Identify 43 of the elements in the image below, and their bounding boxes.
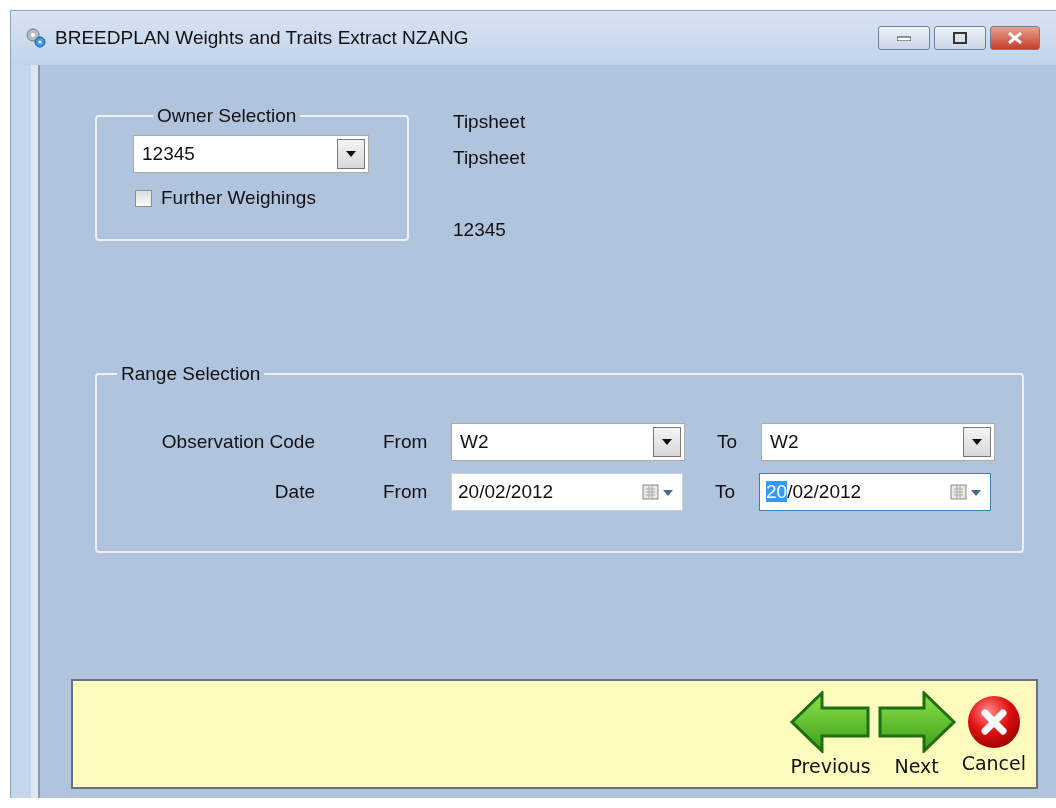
caret-icon [346, 151, 356, 157]
window-title: BREEDPLAN Weights and Traits Extract NZANG [55, 27, 470, 49]
dropdown-field[interactable]: W2 [451, 423, 685, 461]
maximize-icon [953, 32, 967, 44]
cancel-button[interactable]: Cancel [961, 694, 1026, 774]
dropdown-value: 12345 [142, 143, 196, 165]
dropdown-field[interactable]: W2 [761, 423, 995, 461]
field-label: Observation Code [160, 431, 315, 453]
info-label: 12345 [453, 219, 507, 242]
previous-button[interactable]: Previous [789, 691, 872, 777]
to-label: To [715, 481, 737, 503]
group-title: Owner Selection [156, 105, 298, 127]
right-arrow-icon [877, 691, 956, 753]
to-label: To [717, 431, 739, 453]
close-button[interactable] [990, 26, 1040, 50]
dropdown-field[interactable]: 12345 [133, 135, 369, 173]
date-value: 20/02/2012 [458, 481, 555, 503]
field-label: Date [273, 481, 315, 503]
checkbox-label: Further Weighings [161, 187, 316, 209]
dropdown-button[interactable] [963, 427, 991, 457]
gears-icon [25, 27, 47, 49]
date-field[interactable]: 20/02/2012 [451, 473, 683, 511]
from-label: From [383, 431, 429, 453]
maximize-button[interactable] [934, 26, 986, 50]
from-label: From [383, 481, 429, 503]
dropdown-value: W2 [460, 431, 490, 453]
dropdown-button[interactable] [653, 427, 681, 457]
caret-icon [662, 439, 672, 445]
close-icon [965, 694, 1022, 750]
minimize-icon [897, 35, 911, 41]
left-arrow-icon [789, 691, 872, 753]
info-label: Tipsheet [453, 147, 526, 170]
dropdown-value: W2 [770, 431, 800, 453]
minimize-button[interactable] [878, 26, 930, 50]
calendar-dropdown-icon[interactable] [950, 483, 984, 501]
next-button[interactable]: Next [877, 691, 956, 777]
group-title: Range Selection [120, 363, 262, 385]
caret-icon [972, 439, 982, 445]
calendar-dropdown-icon[interactable] [642, 483, 676, 501]
close-icon [1007, 32, 1023, 44]
dropdown-button[interactable] [337, 139, 365, 169]
info-label: Tipsheet [453, 111, 526, 134]
checkbox[interactable] [135, 189, 152, 207]
